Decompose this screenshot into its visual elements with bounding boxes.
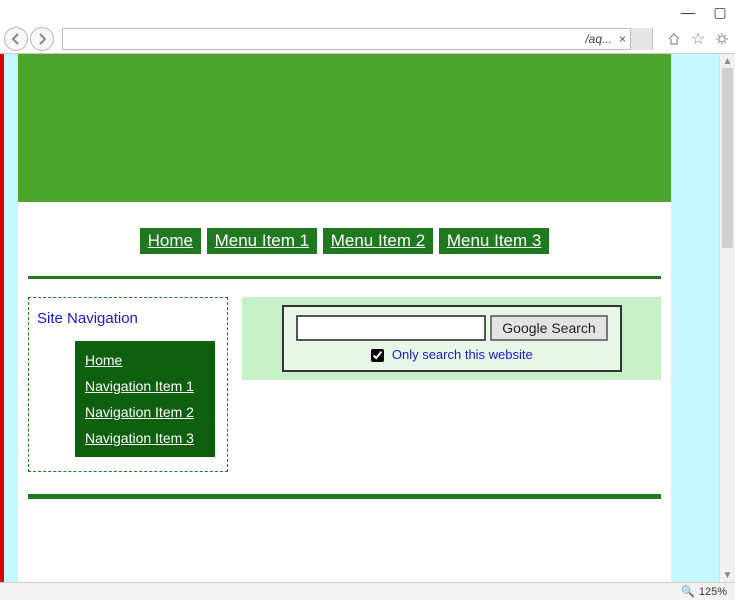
status-bar: 🔍 125%: [0, 582, 735, 600]
back-button[interactable]: [4, 27, 28, 51]
search-scope-text: Only search this website: [392, 347, 533, 362]
zoom-level[interactable]: 125%: [699, 586, 727, 598]
right-stripe-cyan: [671, 54, 719, 582]
search-scope-label[interactable]: Only search this website: [371, 347, 533, 362]
header-banner: [18, 54, 671, 202]
new-tab-stub[interactable]: [630, 28, 652, 50]
search-scope-checkbox[interactable]: [371, 349, 384, 362]
nav-item: Navigation Item 1: [75, 373, 215, 399]
vertical-scrollbar[interactable]: ▲ ▼: [719, 54, 735, 582]
search-scope-row: Only search this website: [294, 347, 610, 362]
menu-item-home[interactable]: Home: [140, 228, 201, 254]
left-stripe-cyan: [4, 54, 18, 582]
divider-top: [28, 276, 661, 279]
nav-link-1[interactable]: Navigation Item 1: [85, 378, 194, 394]
nav-link-home[interactable]: Home: [85, 352, 122, 368]
minimize-button[interactable]: —: [681, 5, 695, 19]
main-menu: Home Menu Item 1 Menu Item 2 Menu Item 3: [18, 202, 671, 264]
divider-bottom: [28, 494, 661, 499]
home-icon[interactable]: [665, 30, 683, 48]
viewport: Home Menu Item 1 Menu Item 2 Menu Item 3…: [0, 54, 735, 582]
page-content: Home Menu Item 1 Menu Item 2 Menu Item 3…: [18, 54, 671, 582]
site-navigation: Site Navigation Home Navigation Item 1 N…: [28, 297, 228, 472]
menu-item-1[interactable]: Menu Item 1: [207, 228, 318, 254]
search-button[interactable]: Google Search: [490, 315, 607, 341]
site-navigation-title: Site Navigation: [37, 310, 219, 327]
address-bar[interactable]: /aq... ×: [62, 28, 653, 50]
site-navigation-list: Home Navigation Item 1 Navigation Item 2…: [75, 341, 215, 457]
scroll-up-arrow[interactable]: ▲: [720, 54, 735, 68]
nav-link-3[interactable]: Navigation Item 3: [85, 430, 194, 446]
nav-item: Home: [75, 347, 215, 373]
menu-item-2[interactable]: Menu Item 2: [323, 228, 434, 254]
scroll-thumb[interactable]: [722, 68, 733, 248]
search-row: Google Search: [294, 315, 610, 341]
search-box: Google Search Only search this website: [282, 305, 622, 372]
favorites-icon[interactable]: ☆: [689, 30, 707, 48]
tab-title: /aq...: [585, 32, 612, 46]
forward-button[interactable]: [30, 27, 54, 51]
nav-link-2[interactable]: Navigation Item 2: [85, 404, 194, 420]
menu-item-3[interactable]: Menu Item 3: [439, 228, 550, 254]
content-columns: Site Navigation Home Navigation Item 1 N…: [18, 297, 671, 472]
search-panel: Google Search Only search this website: [242, 297, 661, 380]
search-input[interactable]: [296, 315, 486, 341]
nav-item: Navigation Item 2: [75, 399, 215, 425]
scroll-down-arrow[interactable]: ▼: [720, 568, 735, 582]
browser-toolbar: /aq... × ☆: [0, 24, 735, 54]
settings-icon[interactable]: [713, 30, 731, 48]
nav-item: Navigation Item 3: [75, 425, 215, 451]
close-tab-icon[interactable]: ×: [619, 32, 626, 46]
window-titlebar: — ▢: [0, 0, 735, 24]
zoom-icon[interactable]: 🔍: [681, 585, 695, 598]
maximize-button[interactable]: ▢: [713, 5, 727, 19]
